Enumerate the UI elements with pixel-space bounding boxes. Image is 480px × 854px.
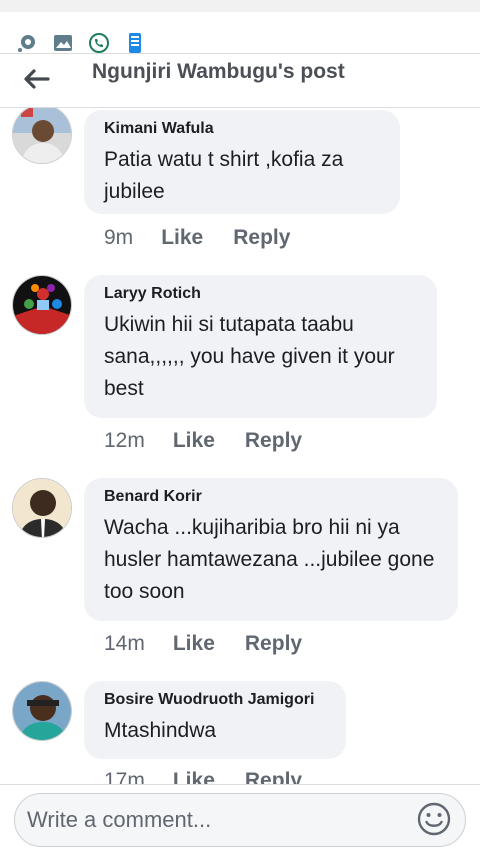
whatsapp-icon bbox=[88, 32, 110, 54]
comment-time: 12m bbox=[104, 429, 145, 452]
back-button[interactable] bbox=[18, 64, 54, 94]
reply-button[interactable]: Reply bbox=[245, 769, 302, 784]
comment-author[interactable]: Kimani Wafula bbox=[104, 120, 380, 138]
like-button[interactable]: Like bbox=[161, 226, 203, 250]
comment-time: 17m bbox=[104, 769, 145, 784]
comment-text: Patia watu t shirt ,kofia za jubilee bbox=[104, 148, 344, 203]
status-bar bbox=[0, 0, 480, 54]
like-button[interactable]: Like bbox=[173, 429, 215, 453]
comment-author[interactable]: Benard Korir bbox=[104, 488, 438, 506]
chat-bubble-icon bbox=[16, 32, 38, 54]
comment-text: Ukiwin hii si tutapata taabu sana,,,,,, … bbox=[104, 313, 395, 400]
comment-time: 14m bbox=[104, 632, 145, 655]
emoji-button[interactable] bbox=[416, 801, 452, 837]
comment-text: Mtashindwa bbox=[104, 719, 217, 742]
comment-bubble[interactable]: Laryy Rotich Ukiwin hii si tutapata taab… bbox=[84, 275, 437, 418]
comment-bubble[interactable]: Kimani Wafula Patia watu t shirt ,kofia … bbox=[84, 110, 400, 214]
avatar[interactable] bbox=[12, 478, 72, 538]
phone-icon bbox=[124, 32, 146, 54]
reply-button[interactable]: Reply bbox=[245, 632, 302, 656]
comment-actions: 17m Like Reply bbox=[104, 769, 302, 784]
comment-author[interactable]: Laryy Rotich bbox=[104, 285, 417, 303]
back-arrow-icon bbox=[24, 69, 50, 89]
comment-input[interactable] bbox=[14, 793, 466, 847]
notification-icons bbox=[16, 32, 146, 54]
image-icon bbox=[52, 32, 74, 54]
smiley-icon bbox=[417, 802, 451, 836]
comment-time: 9m bbox=[104, 226, 134, 249]
comment-composer bbox=[0, 784, 480, 854]
comment-actions: 9m Like Reply bbox=[104, 226, 290, 250]
avatar[interactable] bbox=[12, 275, 72, 335]
avatar[interactable] bbox=[12, 681, 72, 741]
comment-actions: 14m Like Reply bbox=[104, 632, 302, 656]
reply-button[interactable]: Reply bbox=[233, 226, 290, 250]
comment-bubble[interactable]: Benard Korir Wacha ...kujiharibia bro hi… bbox=[84, 478, 458, 621]
like-button[interactable]: Like bbox=[173, 769, 215, 784]
post-header: Ngunjiri Wambugu's post bbox=[0, 54, 480, 108]
like-button[interactable]: Like bbox=[173, 632, 215, 656]
avatar[interactable] bbox=[12, 108, 72, 164]
page-title: Ngunjiri Wambugu's post bbox=[92, 60, 345, 83]
comment-bubble[interactable]: Bosire Wuodruoth Jamigori Mtashindwa bbox=[84, 681, 346, 759]
comment-list[interactable]: Kimani Wafula Patia watu t shirt ,kofia … bbox=[0, 108, 480, 784]
reply-button[interactable]: Reply bbox=[245, 429, 302, 453]
comment-actions: 12m Like Reply bbox=[104, 429, 302, 453]
comment-author[interactable]: Bosire Wuodruoth Jamigori bbox=[104, 691, 326, 709]
comment-text: Wacha ...kujiharibia bro hii ni ya husle… bbox=[104, 516, 435, 603]
